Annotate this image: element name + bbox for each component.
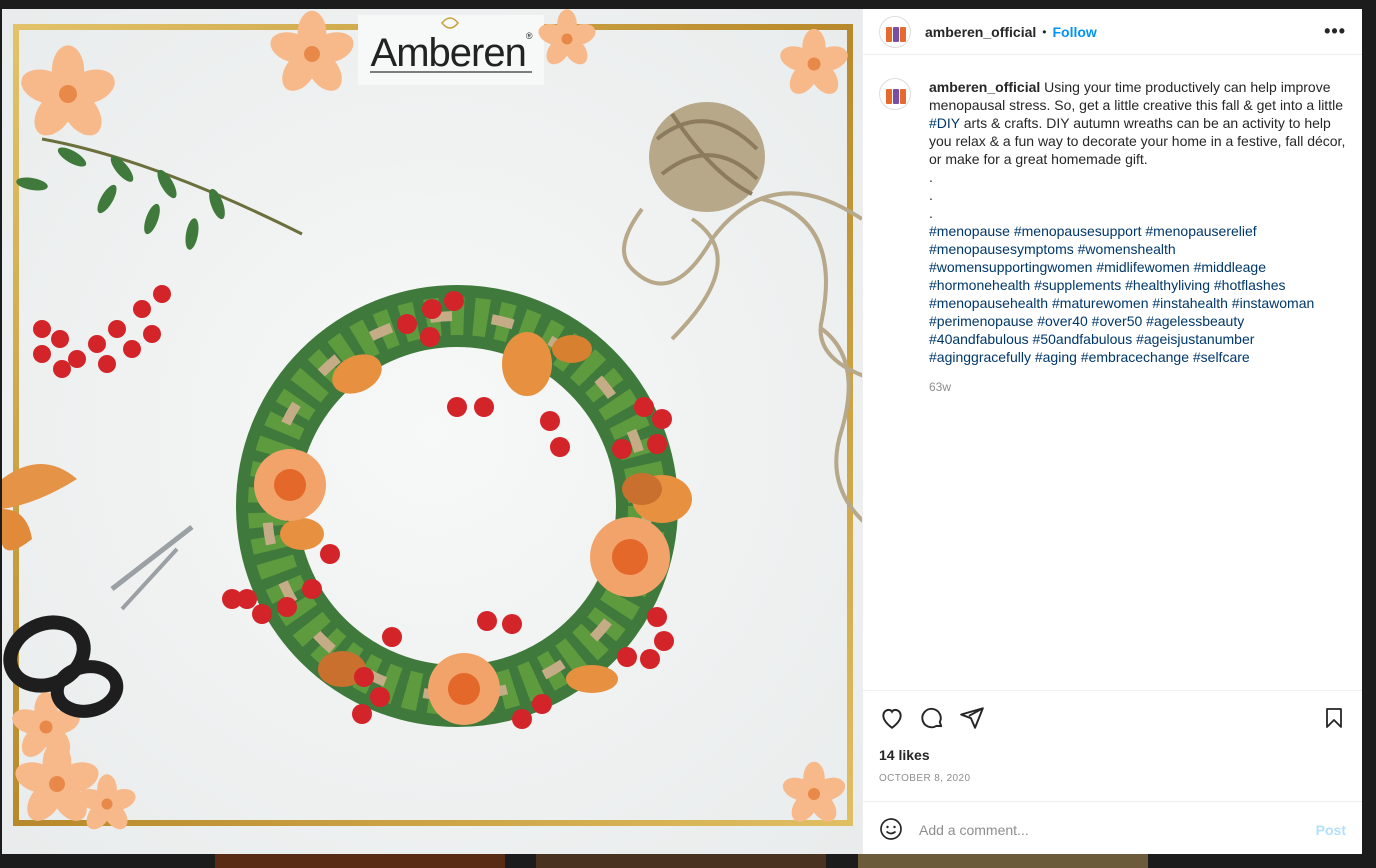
caption-text: amberen_official Using your time product… (929, 78, 1346, 396)
hashtag-link[interactable]: #supplements (1034, 277, 1121, 293)
paper-plane-icon[interactable] (959, 705, 985, 731)
brand-logo: Amberen® (370, 31, 533, 75)
heart-icon[interactable] (879, 705, 905, 731)
hashtag-link[interactable]: #healthyliving (1125, 277, 1210, 293)
hashtag-link[interactable]: #womensupportingwomen (929, 259, 1092, 275)
hashtag-link[interactable]: #perimenopause (929, 313, 1033, 329)
hashtag-link[interactable]: #midlifewomen (1096, 259, 1189, 275)
caption-dot: . (929, 187, 933, 203)
background-thumbnail (858, 853, 1148, 868)
hashtag-link[interactable]: #aginggracefully (929, 349, 1031, 365)
caption-dot: . (929, 205, 933, 221)
hashtag-link[interactable]: #ageisjustanumber (1136, 331, 1254, 347)
hashtag-link[interactable]: #over40 (1037, 313, 1088, 329)
hashtag-link[interactable]: #menopausehealth (929, 295, 1048, 311)
post-modal: Amberen® amberen_official • Follow ••• a… (2, 9, 1362, 854)
post-actions: 14 likes OCTOBER 8, 2020 (863, 690, 1362, 811)
action-bar (879, 705, 1346, 733)
comment-icon[interactable] (919, 705, 945, 731)
username-link[interactable]: amberen_official (925, 24, 1036, 40)
avatar[interactable] (879, 15, 911, 48)
hashtag-link[interactable]: #hormonehealth (929, 277, 1030, 293)
caption-username-link[interactable]: amberen_official (929, 79, 1040, 95)
hashtag-link[interactable]: #embracechange (1081, 349, 1189, 365)
emoji-smile-icon[interactable] (879, 817, 903, 841)
caption-text-part: arts & crafts. DIY autumn wreaths can be… (929, 115, 1346, 167)
wreath-photo (2, 9, 862, 854)
hashtag-link[interactable]: #selfcare (1193, 349, 1250, 365)
separator-dot: • (1042, 24, 1047, 39)
hashtag-link[interactable]: #agelessbeauty (1146, 313, 1244, 329)
caption: amberen_official Using your time product… (879, 78, 1346, 396)
background-thumbnail (215, 853, 505, 868)
hashtag-link[interactable]: #DIY (929, 115, 960, 131)
hashtag-link[interactable]: #maturewomen (1052, 295, 1149, 311)
avatar[interactable] (879, 78, 911, 110)
follow-button[interactable]: Follow (1052, 24, 1096, 40)
hashtag-link[interactable]: #menopauserelief (1145, 223, 1256, 239)
like-count[interactable]: 14 likes (879, 747, 930, 763)
bookmark-icon[interactable] (1322, 705, 1346, 731)
comment-input[interactable] (917, 818, 1281, 842)
background-thumbnail (536, 853, 826, 868)
post-comment-button[interactable]: Post (1316, 822, 1346, 838)
post-age[interactable]: 63w (929, 378, 1346, 396)
hashtag-link[interactable]: #40andfabulous (929, 331, 1029, 347)
hashtag-link[interactable]: #menopausesupport (1014, 223, 1142, 239)
hashtag-link[interactable]: #womenshealth (1078, 241, 1176, 257)
hashtag-link[interactable]: #50andfabulous (1033, 331, 1133, 347)
more-options-icon[interactable]: ••• (1324, 21, 1346, 42)
caption-dots: . . . (929, 168, 1346, 222)
hashtag-link[interactable]: #instahealth (1152, 295, 1228, 311)
post-image[interactable]: Amberen® (2, 9, 862, 854)
post-side-panel: amberen_official • Follow ••• amberen_of… (862, 9, 1362, 854)
caption-dot: . (929, 169, 933, 185)
hashtag-link[interactable]: #middleage (1194, 259, 1266, 275)
hashtag-list: #menopause #menopausesupport #menopauser… (929, 222, 1346, 366)
hashtag-link[interactable]: #menopause (929, 223, 1010, 239)
hashtag-link[interactable]: #aging (1035, 349, 1077, 365)
hashtag-link[interactable]: #over50 (1092, 313, 1143, 329)
hashtag-link[interactable]: #instawoman (1232, 295, 1315, 311)
hashtag-link[interactable]: #menopausesymptoms (929, 241, 1074, 257)
post-date: OCTOBER 8, 2020 (879, 773, 971, 784)
hashtag-link[interactable]: #hotflashes (1214, 277, 1286, 293)
comment-form: Post (863, 801, 1362, 855)
post-header: amberen_official • Follow ••• (863, 9, 1362, 55)
